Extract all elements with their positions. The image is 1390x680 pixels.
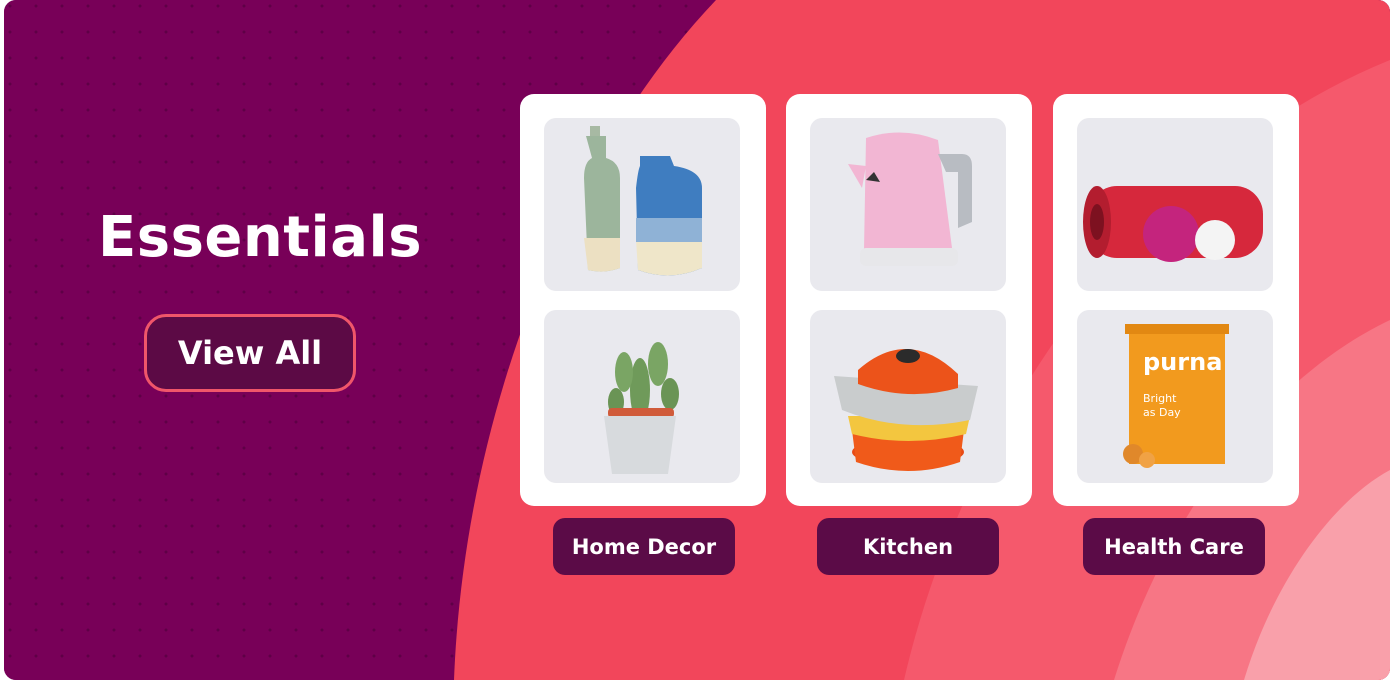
product-tile[interactable] bbox=[544, 118, 740, 291]
essentials-banner: Essentials View All purna Bright as Day … bbox=[4, 0, 1390, 680]
product-tile[interactable] bbox=[810, 310, 1006, 483]
pouch-line-2: as Day bbox=[1143, 406, 1181, 419]
category-label-home-decor[interactable]: Home Decor bbox=[553, 518, 735, 575]
view-all-button[interactable]: View All bbox=[144, 314, 356, 392]
category-label-kitchen[interactable]: Kitchen bbox=[817, 518, 999, 575]
category-card-kitchen[interactable] bbox=[786, 94, 1032, 506]
vases-icon bbox=[584, 126, 702, 276]
category-card-health-care[interactable]: purna Bright as Day bbox=[1053, 94, 1299, 506]
foam-roller-icon bbox=[1083, 186, 1263, 262]
product-tile[interactable] bbox=[1077, 118, 1273, 291]
product-tile[interactable] bbox=[544, 310, 740, 483]
pouch-line-1: Bright bbox=[1143, 392, 1177, 405]
kettle-icon bbox=[848, 132, 972, 266]
product-tile[interactable]: purna Bright as Day bbox=[1077, 310, 1273, 483]
supplement-pouch-icon: purna Bright as Day bbox=[1123, 324, 1229, 468]
cookware-stack-icon bbox=[834, 348, 978, 471]
category-label-health-care[interactable]: Health Care bbox=[1083, 518, 1265, 575]
cactus-pot-icon bbox=[604, 342, 679, 474]
pouch-brand-text: purna bbox=[1143, 348, 1222, 376]
page-title: Essentials bbox=[98, 205, 423, 270]
category-card-home-decor[interactable] bbox=[520, 94, 766, 506]
product-tile[interactable] bbox=[810, 118, 1006, 291]
